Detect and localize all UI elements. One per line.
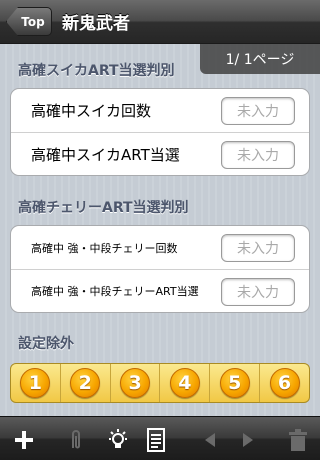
forward-arrow-icon (236, 428, 260, 452)
suika-art-field[interactable]: 未入力 (221, 141, 295, 169)
back-arrow-icon (198, 428, 222, 452)
setting-number: 2 (70, 368, 101, 398)
setting-number: 6 (269, 368, 300, 398)
setting-4-button[interactable]: 4 (160, 364, 211, 402)
setting-exclude-strip: 1 2 3 4 5 6 (10, 363, 310, 403)
section-header-cherry: 高確チェリーART当選判別 (18, 200, 189, 216)
row-label: 高確中スイカ回数 (31, 102, 152, 120)
setting-number: 5 (219, 368, 250, 398)
cherry-art-field[interactable]: 未入力 (221, 278, 295, 306)
section-header-suika: 高確スイカART当選判別 (18, 63, 175, 79)
cherry-count-field[interactable]: 未入力 (221, 234, 295, 262)
cherry-group: 高確中 強・中段チェリー回数 未入力 高確中 強・中段チェリーART当選 未入力 (10, 225, 310, 313)
table-row: 高確中 強・中段チェリー回数 未入力 (11, 226, 309, 269)
section-header-exclude: 設定除外 (18, 336, 74, 352)
suika-count-field[interactable]: 未入力 (221, 97, 295, 125)
row-label: 高確中 強・中段チェリーART当選 (31, 285, 199, 298)
top-back-button[interactable]: Top (6, 7, 52, 36)
document-icon[interactable] (144, 428, 168, 452)
setting-number: 3 (120, 368, 151, 398)
trash-icon (286, 428, 310, 452)
table-row: 高確中 強・中段チェリーART当選 未入力 (11, 269, 309, 312)
lightbulb-icon[interactable] (106, 428, 130, 452)
setting-number: 4 (169, 368, 200, 398)
table-row: 高確中スイカART当選 未入力 (11, 132, 309, 175)
table-row: 高確中スイカ回数 未入力 (11, 89, 309, 132)
back-button-label: Top (21, 14, 45, 29)
setting-5-button[interactable]: 5 (210, 364, 261, 402)
navigation-bar: Top 新鬼武者 (0, 0, 320, 44)
row-label: 高確中 強・中段チェリー回数 (31, 241, 178, 255)
setting-number: 1 (20, 368, 51, 398)
setting-3-button[interactable]: 3 (111, 364, 161, 402)
row-label: 高確中スイカART当選 (31, 145, 180, 164)
setting-1-button[interactable]: 1 (11, 364, 61, 402)
setting-6-button[interactable]: 6 (260, 364, 309, 402)
page-indicator: 1/ 1ページ (200, 44, 320, 74)
add-icon[interactable] (12, 428, 36, 452)
bottom-toolbar (0, 416, 320, 460)
suika-group: 高確中スイカ回数 未入力 高確中スイカART当選 未入力 (10, 88, 310, 176)
page-title: 新鬼武者 (62, 14, 130, 34)
clip-icon (64, 428, 88, 452)
setting-2-button[interactable]: 2 (61, 364, 111, 402)
